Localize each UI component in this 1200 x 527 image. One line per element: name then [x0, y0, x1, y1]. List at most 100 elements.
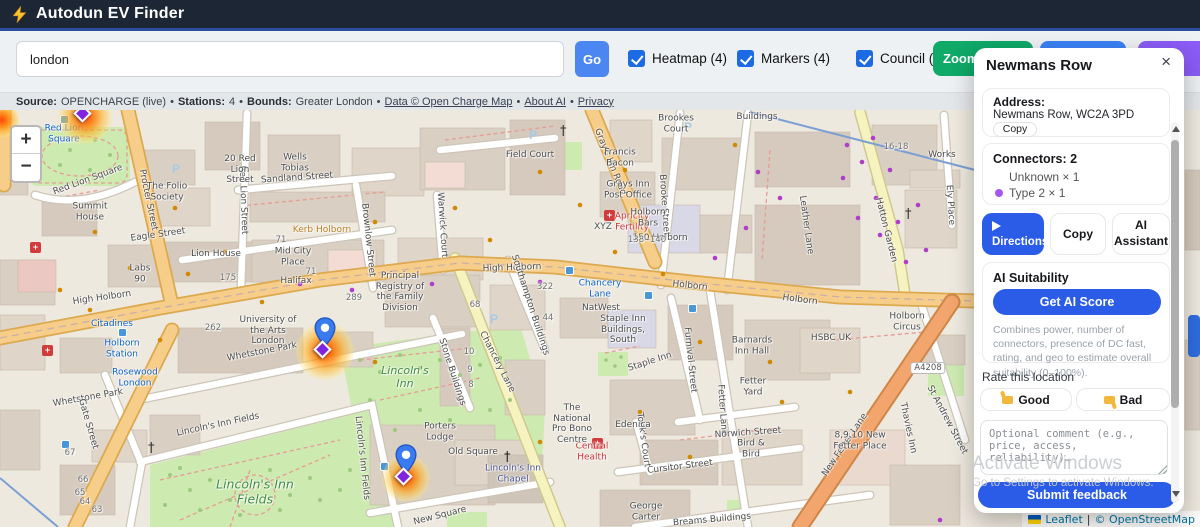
housenumber-289: 289	[345, 293, 363, 303]
church-icon: †	[905, 207, 912, 222]
about-ai-link[interactable]: About AI	[524, 96, 566, 108]
place-label-grays-inn-post-office: Grays Inn Post Office	[604, 179, 652, 200]
place-label-george-carter: George Carter	[629, 501, 663, 522]
medical-icon: +	[42, 345, 53, 356]
separator: •	[239, 95, 243, 108]
place-label-folio-society: The Folio Society	[146, 181, 188, 202]
park-label-lincolns-inn: Lincoln's Inn	[381, 364, 429, 390]
place-label-staple-inn-buildings-south: Staple Inn Buildings, South	[600, 314, 646, 346]
open-charge-map-link[interactable]: Data © Open Charge Map	[385, 96, 513, 108]
separator: •	[376, 95, 381, 108]
church-icon: †	[560, 124, 567, 139]
place-label-lion-house: Lion House	[191, 249, 241, 259]
housenumber-64: 64	[79, 497, 91, 507]
zoom-in-button[interactable]: +	[12, 127, 40, 154]
place-label-field-court: Field Court	[505, 150, 555, 160]
openstreetmap-link[interactable]: © OpenStreetMap	[1094, 513, 1195, 526]
app-title: Autodun EV Finder	[36, 5, 185, 22]
housenumber-71b: 71	[305, 267, 317, 277]
separator: •	[516, 95, 521, 108]
bus-stop-icon	[644, 291, 653, 300]
go-button[interactable]: Go	[575, 41, 609, 77]
poi-label-hsbc-uk: HSBC UK	[810, 333, 852, 343]
panel-title: Newmans Row	[986, 57, 1092, 74]
poi-label-kerb-holborn: Kerb Holborn	[292, 225, 352, 235]
housenumber-175: 175	[219, 273, 237, 283]
feedback-comment-input[interactable]	[980, 420, 1168, 475]
get-ai-score-button[interactable]: Get AI Score	[993, 289, 1161, 315]
address-label: Address:	[993, 95, 1046, 109]
rate-bad-button[interactable]: Bad	[1076, 388, 1170, 411]
bounds-value: Greater London	[295, 95, 373, 108]
poi-label-citadines: Citadines	[91, 319, 133, 329]
place-label-20-red-lion-street: 20 Red Lion Street	[224, 154, 256, 186]
housenumber-9: 9	[467, 365, 473, 375]
medical-icon: +	[30, 242, 41, 253]
housenumber-138-140: 138 -140	[627, 235, 667, 245]
leaflet-link[interactable]: Leaflet	[1045, 513, 1082, 526]
markers-checkbox[interactable]	[737, 50, 754, 67]
station-label-holborn: Holborn Station	[104, 338, 140, 359]
separator: •	[569, 95, 574, 108]
connector-unknown-row: Unknown × 1	[1009, 170, 1080, 184]
station-details-panel: Newmans Row × Address: Newmans Row, WC2A…	[974, 48, 1184, 513]
place-label-mid-city-place: Mid City Place	[274, 246, 312, 267]
place-label-pro-bono-centre: The National Pro Bono Centre	[551, 402, 593, 445]
heatmap-checkbox[interactable]	[628, 50, 645, 67]
map-zoom-control: + −	[10, 125, 42, 183]
copy-button[interactable]: Copy	[1050, 213, 1106, 255]
housenumber-262: 262	[204, 323, 222, 333]
attribution-divider: |	[1086, 512, 1091, 526]
zoom-out-button[interactable]: −	[12, 154, 40, 181]
council-checkbox[interactable]	[856, 50, 873, 67]
directions-arrow-icon	[992, 221, 1001, 231]
search-input[interactable]	[16, 41, 564, 77]
source-label: Source:	[16, 95, 57, 108]
place-label-lincolns-inn-chapel: Lincoln's Inn Chapel	[485, 463, 541, 484]
stations-label: Stations:	[177, 95, 226, 108]
separator: •	[170, 95, 174, 108]
poi-label-xyz: XYZ	[594, 222, 612, 232]
place-label-works: Works	[928, 150, 956, 160]
place-label-fetter-yard: Fetter Yard	[739, 376, 767, 397]
thumbs-up-icon	[1002, 396, 1014, 405]
place-label-new-fetter-place: 8,9,10 New Fetter Place	[833, 430, 887, 451]
panel-scrollbar-thumb[interactable]	[1171, 140, 1179, 408]
place-label-barnards-inn-hall: Barnards Inn Hall	[731, 335, 773, 356]
tube-station-icon	[118, 328, 127, 337]
app-navbar: Autodun EV Finder	[0, 0, 1200, 31]
place-label-old-square: Old Square	[448, 447, 498, 457]
stations-value: 4	[229, 95, 236, 108]
road-ref-a4208: A4208	[910, 362, 946, 374]
parking-icon: P	[490, 312, 499, 326]
privacy-link[interactable]: Privacy	[578, 96, 614, 108]
thumbs-down-icon	[1103, 396, 1115, 405]
close-icon[interactable]: ×	[1161, 52, 1171, 72]
rate-good-button[interactable]: Good	[980, 388, 1072, 411]
place-label-porters-lodge: Porters Lodge	[424, 421, 456, 442]
copy-address-button[interactable]: Copy	[993, 122, 1037, 137]
scroll-down-icon[interactable]	[1172, 491, 1180, 497]
place-label-wells-tobias: Wells Tobias	[281, 152, 309, 173]
place-label-university-arts-london: University of the Arts London	[239, 315, 297, 347]
scroll-up-icon[interactable]	[1172, 126, 1180, 132]
bad-label: Bad	[1119, 392, 1143, 407]
markers-label: Markers (4)	[761, 51, 831, 66]
housenumber-71a: 71	[275, 235, 287, 245]
address-value: Newmans Row, WC2A 3PD	[993, 109, 1135, 121]
submit-feedback-button[interactable]: Submit feedback	[978, 482, 1176, 508]
place-label-holborn-circus: Holborn Circus	[889, 311, 925, 332]
ai-assistant-button[interactable]: AI Assistant	[1112, 213, 1170, 255]
place-label-brookes-court: Brookes Court	[658, 113, 694, 134]
address-card: Address: Newmans Row, WC2A 3PD Copy	[982, 88, 1170, 137]
church-icon: †	[148, 441, 155, 456]
directions-label: Directions	[992, 236, 1049, 248]
housenumber-68: 68	[469, 300, 481, 310]
type2-dot-icon	[995, 189, 1003, 197]
housenumber-67: 67	[64, 448, 76, 458]
housenumber-8: 8	[468, 380, 474, 390]
directions-button[interactable]: Directions	[982, 213, 1048, 255]
ai-suitability-card: AI Suitability Get AI Score Combines pow…	[982, 262, 1170, 379]
housenumber-44: 44	[542, 313, 554, 323]
housenumber-66: 66	[77, 475, 89, 485]
